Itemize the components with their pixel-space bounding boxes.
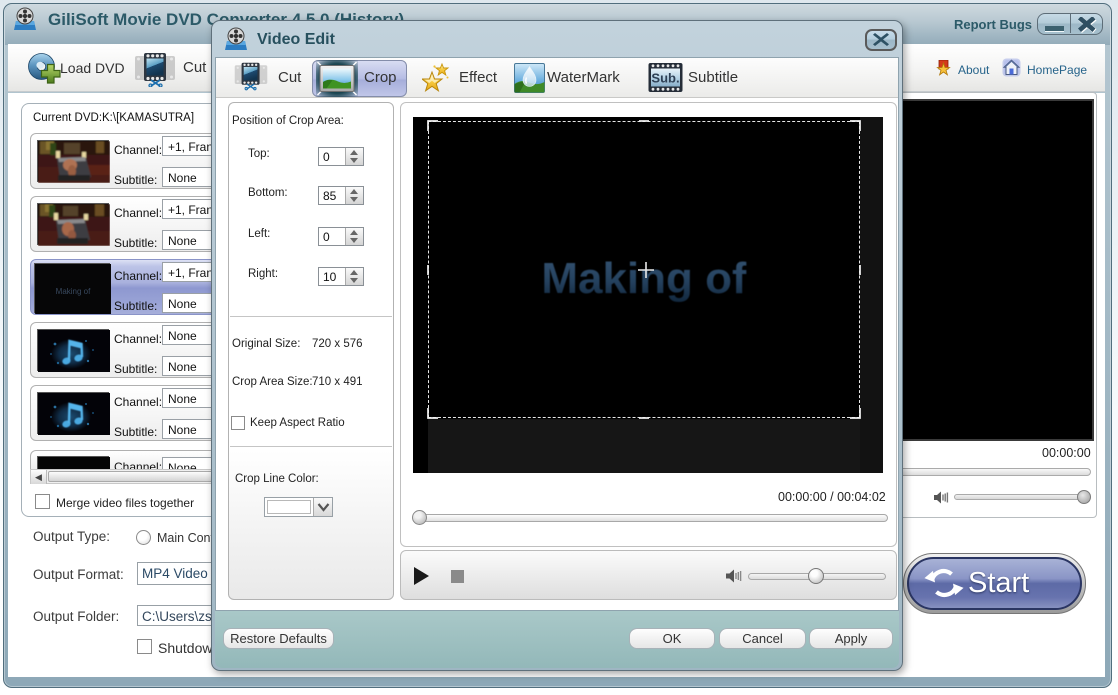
svg-text:Making of: Making of bbox=[56, 287, 91, 296]
svg-text:Sub.: Sub. bbox=[651, 71, 679, 86]
